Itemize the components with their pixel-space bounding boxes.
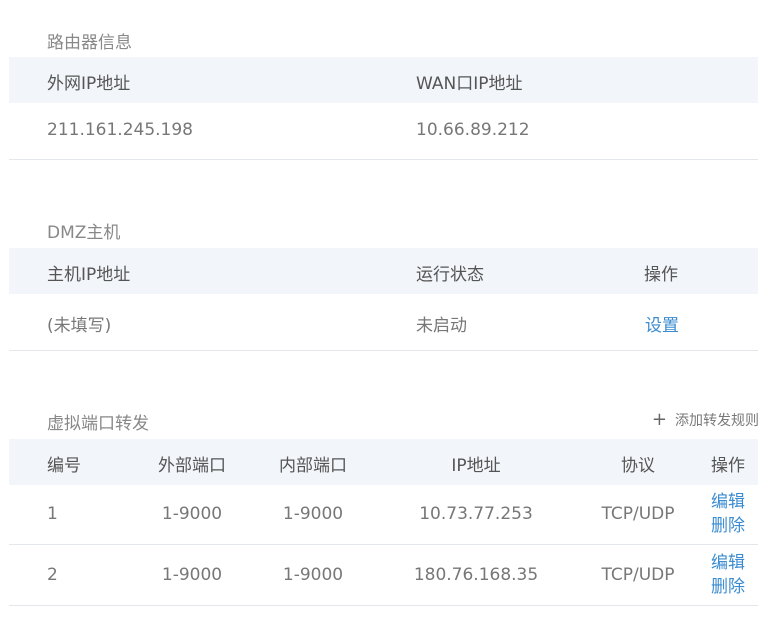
pf-row-divider: [9, 605, 758, 606]
add-forward-rule-label: 添加转发规则: [675, 413, 759, 429]
wan-ip-header: 外网IP地址: [47, 74, 131, 94]
plus-icon: +: [651, 409, 667, 430]
add-forward-rule-button[interactable]: + 添加转发规则: [652, 410, 759, 430]
dmz-host-ip-header: 主机IP地址: [47, 265, 131, 285]
pf-int-port-header: 内部端口: [279, 456, 347, 476]
router-info-title: 路由器信息: [47, 33, 132, 53]
router-info-divider: [9, 159, 758, 160]
dmz-settings-link[interactable]: 设置: [645, 311, 679, 336]
pf-row-id: 2: [47, 565, 58, 585]
pf-row-ip: 180.76.168.35: [413, 565, 539, 585]
edit-link[interactable]: 编辑: [711, 551, 745, 575]
pf-id-header: 编号: [47, 456, 81, 476]
pf-row-actions: 编辑 删除: [711, 490, 745, 538]
wan-port-ip-header: WAN口IP地址: [416, 74, 523, 94]
wan-port-ip-value: 10.66.89.212: [416, 120, 530, 140]
pf-row-ext-port: 1-9000: [161, 504, 223, 524]
dmz-title: DMZ主机: [47, 223, 121, 243]
dmz-status-value: 未启动: [416, 316, 467, 336]
pf-row-ext-port: 1-9000: [161, 565, 223, 585]
pf-row-divider: [9, 544, 758, 545]
dmz-host-ip-value: (未填写): [47, 316, 112, 336]
pf-row-protocol: TCP/UDP: [601, 504, 675, 524]
pf-row-int-port: 1-9000: [282, 565, 344, 585]
delete-link[interactable]: 删除: [711, 575, 745, 599]
wan-ip-value: 211.161.245.198: [47, 120, 194, 140]
pf-row-id: 1: [47, 504, 58, 524]
pf-row-int-port: 1-9000: [282, 504, 344, 524]
dmz-divider: [9, 350, 758, 351]
pf-protocol-header: 协议: [621, 456, 655, 476]
edit-link[interactable]: 编辑: [711, 490, 745, 514]
delete-link[interactable]: 删除: [711, 514, 745, 538]
port-forward-title: 虚拟端口转发: [47, 414, 149, 434]
pf-row-ip: 10.73.77.253: [419, 504, 533, 524]
pf-row-protocol: TCP/UDP: [601, 565, 675, 585]
pf-ext-port-header: 外部端口: [158, 456, 226, 476]
dmz-status-header: 运行状态: [416, 265, 484, 285]
dmz-action-header: 操作: [644, 265, 678, 285]
pf-ip-header: IP地址: [451, 456, 501, 476]
pf-action-header: 操作: [711, 456, 745, 476]
pf-row-actions: 编辑 删除: [711, 551, 745, 599]
